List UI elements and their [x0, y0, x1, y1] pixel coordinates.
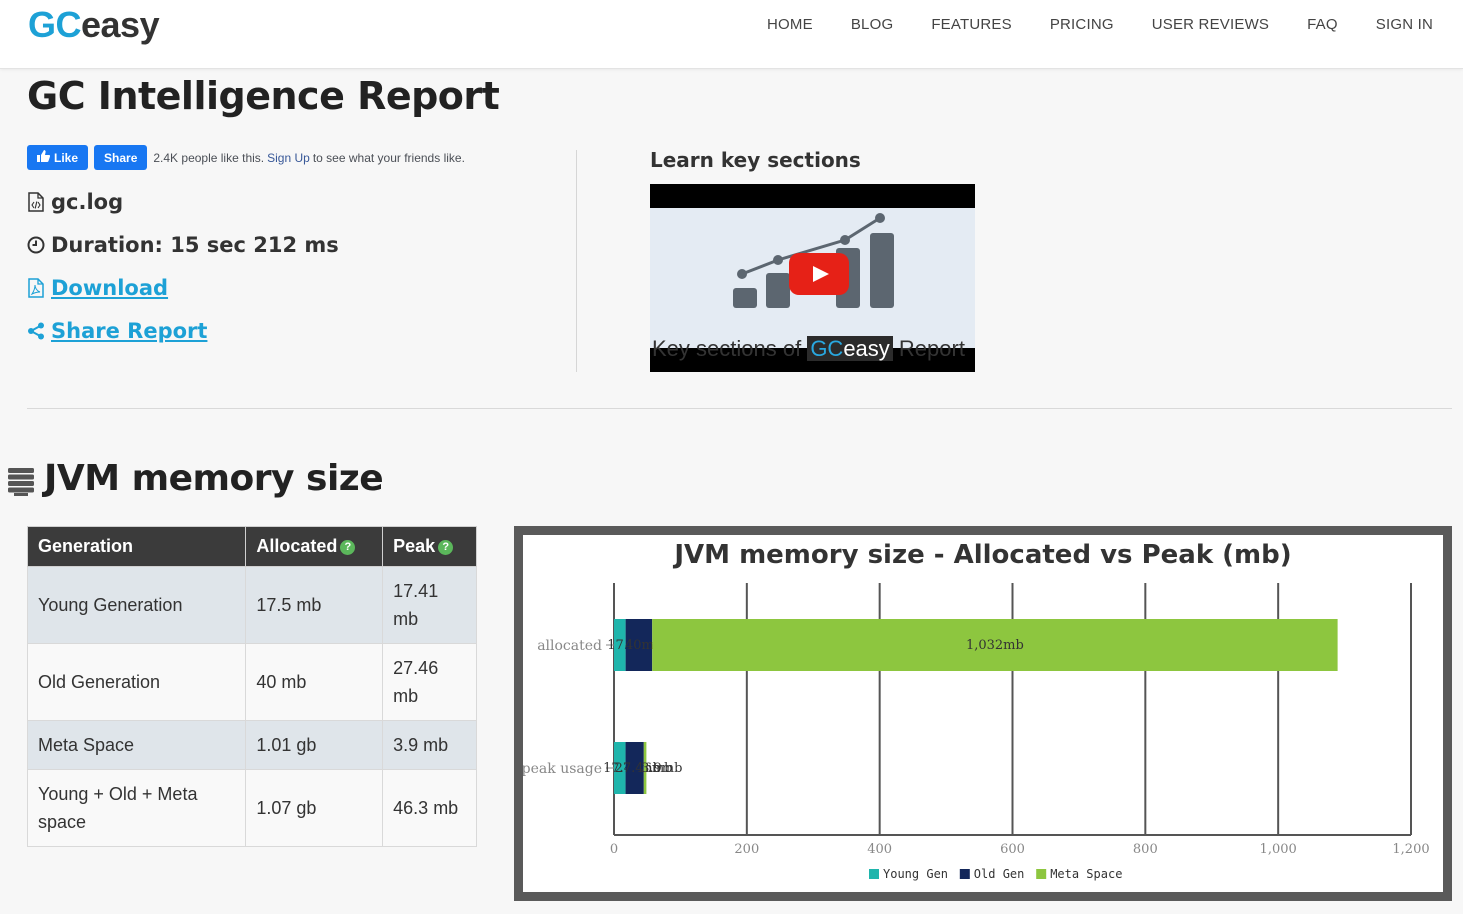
- header-peak-label: Peak: [393, 536, 436, 556]
- fb-like-button[interactable]: Like: [27, 145, 89, 170]
- x-tick-label: 800: [1133, 842, 1158, 857]
- download-line: Download: [27, 276, 168, 300]
- section-title-text: JVM memory size: [44, 458, 384, 499]
- youtube-play-icon[interactable]: [789, 253, 849, 295]
- duration-line: Duration: 15 sec 212 ms: [27, 233, 339, 257]
- header-peak: Peak?: [382, 526, 477, 567]
- nav-sign-in[interactable]: SIGN IN: [1376, 16, 1433, 33]
- cell-generation: Young Generation: [26, 566, 247, 644]
- nav-home[interactable]: HOME: [767, 16, 813, 33]
- learn-sections-heading: Learn key sections: [650, 148, 861, 172]
- video-player-thumbnail[interactable]: Key sections of GCeasy Report: [650, 184, 975, 372]
- table-header-row: Generation Allocated? Peak?: [26, 526, 477, 567]
- page-title: GC Intelligence Report: [27, 74, 500, 118]
- x-tick-label: 600: [1000, 842, 1025, 857]
- duration-value: 15 sec 212 ms: [170, 233, 339, 257]
- nav-faq[interactable]: FAQ: [1307, 16, 1338, 33]
- video-caption: Key sections of GCeasy Report: [652, 336, 965, 362]
- vertical-divider: [576, 150, 577, 372]
- nav-blog[interactable]: BLOG: [851, 16, 893, 33]
- clock-icon: [27, 235, 45, 255]
- cell-peak: 46.3 mb: [382, 769, 477, 847]
- nav-features[interactable]: FEATURES: [931, 16, 1012, 33]
- x-tick-label: 0: [610, 842, 618, 857]
- cell-allocated: 1.01 gb: [245, 720, 384, 770]
- fb-suffix-text: to see what your friends like.: [312, 150, 465, 165]
- cell-peak: 17.41 mb: [382, 566, 477, 644]
- legend-swatch: [959, 869, 970, 879]
- jvm-memory-chart: JVM memory size - Allocated vs Peak (mb)…: [523, 535, 1443, 892]
- top-navbar: GCeasy HOME BLOG FEATURES PRICING USER R…: [0, 0, 1463, 69]
- table-row: Young Generation 17.5 mb 17.41 mb: [26, 566, 477, 644]
- chart-title: JVM memory size - Allocated vs Peak (mb): [672, 540, 1291, 570]
- question-help-icon[interactable]: ?: [438, 539, 454, 555]
- cell-generation: Young + Old + Meta space: [26, 769, 247, 847]
- x-tick-label: 400: [867, 842, 892, 857]
- header-allocated: Allocated?: [245, 526, 384, 567]
- file-name: gc.log: [51, 190, 124, 214]
- pdf-file-icon: [27, 278, 45, 298]
- gceasy-logo[interactable]: GCeasy: [28, 4, 160, 46]
- video-caption-pre: Key sections of: [652, 336, 802, 361]
- video-caption-gc: GC: [810, 336, 844, 361]
- duration-label: Duration:: [51, 233, 163, 257]
- fb-signup-link[interactable]: Sign Up: [267, 151, 310, 165]
- main-nav: HOME BLOG FEATURES PRICING USER REVIEWS …: [729, 16, 1433, 33]
- chart-svg: JVM memory size - Allocated vs Peak (mb)…: [523, 540, 1430, 881]
- share-report-line: Share Report: [27, 319, 207, 343]
- server-stack-icon: [8, 462, 36, 496]
- legend-label: Old Gen: [974, 867, 1025, 881]
- legend-label: Meta Space: [1050, 867, 1122, 881]
- cell-peak: 27.46 mb: [382, 643, 477, 721]
- header-allocated-label: Allocated: [256, 536, 338, 556]
- section-divider: [27, 408, 1452, 409]
- cell-allocated: 1.07 gb: [245, 769, 384, 847]
- legend-swatch: [869, 869, 879, 879]
- fb-share-button[interactable]: Share: [94, 145, 148, 170]
- nav-pricing[interactable]: PRICING: [1050, 16, 1114, 33]
- facebook-social-row: Like Share 2.4K people like this. Sign U…: [27, 145, 465, 170]
- video-caption-easy: easy: [843, 336, 890, 361]
- logo-gc-text: GC: [28, 4, 82, 45]
- video-caption-post: Report: [898, 336, 965, 361]
- file-code-icon: [27, 192, 45, 212]
- question-help-icon[interactable]: ?: [340, 539, 356, 555]
- jvm-memory-table: Generation Allocated? Peak? Young Genera…: [26, 526, 477, 847]
- file-name-line: gc.log: [27, 190, 123, 214]
- legend-swatch: [1036, 869, 1047, 879]
- cell-allocated: 40 mb: [245, 643, 384, 721]
- share-icon: [27, 321, 45, 341]
- cell-peak: 3.9 mb: [382, 720, 477, 770]
- download-link[interactable]: Download: [51, 276, 168, 300]
- x-tick-label: 200: [734, 842, 759, 857]
- y-category-label: allocated: [537, 638, 602, 654]
- cell-generation: Old Generation: [26, 643, 247, 721]
- cell-generation: Meta Space: [26, 720, 247, 770]
- table-row: Old Generation 40 mb 27.46 mb: [26, 643, 477, 721]
- nav-user-reviews[interactable]: USER REVIEWS: [1152, 16, 1269, 33]
- bar-data-label: 3.9mb: [641, 761, 682, 776]
- video-caption-logo: GCeasy: [807, 336, 893, 361]
- x-tick-label: 1,000: [1260, 842, 1297, 857]
- logo-easy-text: easy: [81, 4, 160, 45]
- legend-label: Young Gen: [883, 867, 948, 881]
- fb-like-label: Like: [54, 150, 79, 165]
- header-generation: Generation: [26, 526, 247, 567]
- header-generation-label: Generation: [38, 536, 134, 556]
- fb-share-label: Share: [104, 150, 138, 165]
- jvm-memory-section-title: JVM memory size: [8, 458, 384, 499]
- x-tick-label: 1,200: [1392, 842, 1429, 857]
- jvm-memory-chart-frame: JVM memory size - Allocated vs Peak (mb)…: [514, 526, 1452, 901]
- table-row: Meta Space 1.01 gb 3.9 mb: [26, 720, 477, 770]
- share-report-link[interactable]: Share Report: [51, 319, 207, 343]
- thumbs-up-icon: [37, 150, 51, 165]
- cell-allocated: 17.5 mb: [245, 566, 384, 644]
- bar-data-label: 1,032mb: [966, 638, 1024, 653]
- fb-like-count: 2.4K people like this.: [153, 150, 265, 165]
- y-category-label: peak usage: [523, 761, 602, 777]
- table-row: Young + Old + Meta space 1.07 gb 46.3 mb: [26, 769, 477, 847]
